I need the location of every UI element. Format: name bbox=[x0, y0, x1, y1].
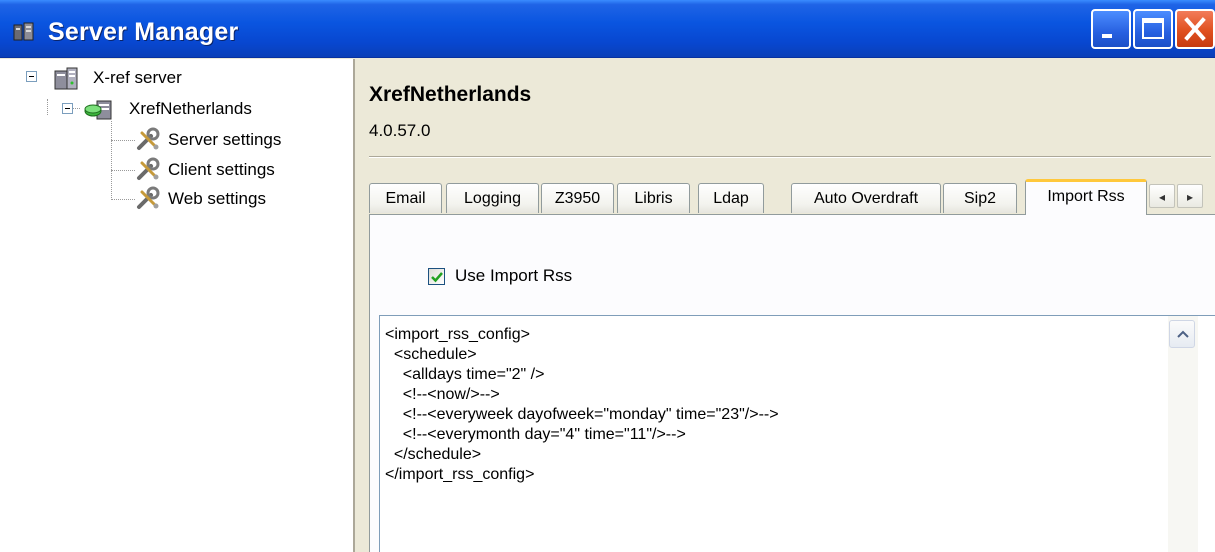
settings-tools-icon bbox=[137, 127, 160, 150]
tree-item-label-web-settings: Web settings bbox=[168, 189, 266, 208]
tab-auto-overdraft[interactable]: Auto Overdraft bbox=[791, 183, 941, 213]
database-icon bbox=[84, 100, 112, 120]
tree-item-label-server-settings: Server settings bbox=[168, 130, 282, 149]
tab-scroll-buttons: ◂ ▸ bbox=[1149, 184, 1203, 208]
window-title: Server Manager bbox=[48, 18, 239, 46]
import-rss-panel: Use Import Rss <import_rss_config> <sche… bbox=[369, 214, 1215, 552]
tree-collapse-toggle-root[interactable] bbox=[26, 71, 37, 82]
scroll-up-button[interactable] bbox=[1169, 320, 1195, 348]
server-tree[interactable]: X-ref server XrefNetherlands Server sett… bbox=[0, 59, 355, 552]
import-rss-config-editor[interactable]: <import_rss_config> <schedule> <alldays … bbox=[379, 315, 1215, 552]
minimize-icon bbox=[1102, 34, 1112, 38]
chevron-up-icon bbox=[1177, 330, 1189, 338]
tab-email[interactable]: Email bbox=[369, 183, 442, 213]
tab-libris[interactable]: Libris bbox=[617, 183, 690, 213]
tree-item-label-client-settings: Client settings bbox=[168, 160, 275, 179]
config-line: </schedule> bbox=[385, 446, 482, 463]
tab-import-rss[interactable]: Import Rss bbox=[1025, 179, 1147, 215]
settings-pane: XrefNetherlands 4.0.57.0 Email Logging Z… bbox=[357, 59, 1215, 552]
use-import-rss-label: Use Import Rss bbox=[455, 266, 573, 285]
config-line: <alldays time="2" /> bbox=[385, 366, 545, 383]
use-import-rss-option[interactable]: Use Import Rss bbox=[428, 266, 572, 286]
config-line: <!--<everymonth day="4" time="11"/>--> bbox=[385, 426, 686, 443]
tree-item-server-settings[interactable]: Server settings bbox=[134, 127, 281, 153]
config-line: <!--<now/>--> bbox=[385, 386, 500, 403]
tree-item-label-server: XrefNetherlands bbox=[129, 99, 252, 118]
tree-item-server[interactable]: XrefNetherlands bbox=[83, 96, 252, 122]
config-line: </import_rss_config> bbox=[385, 466, 535, 483]
tree-collapse-toggle-server[interactable] bbox=[62, 103, 73, 114]
tree-item-web-settings[interactable]: Web settings bbox=[134, 186, 266, 212]
close-button[interactable] bbox=[1175, 9, 1215, 49]
tree-item-root[interactable]: X-ref server bbox=[51, 65, 182, 91]
config-line: <schedule> bbox=[385, 346, 477, 363]
tab-logging[interactable]: Logging bbox=[446, 183, 539, 213]
title-bar[interactable]: Server Manager bbox=[0, 0, 1215, 58]
tree-item-client-settings[interactable]: Client settings bbox=[134, 157, 275, 183]
server-icon bbox=[54, 67, 78, 90]
tab-z3950[interactable]: Z3950 bbox=[541, 183, 614, 213]
settings-tabs: Email Logging Z3950 Libris Ldap Auto Ove… bbox=[369, 179, 1215, 215]
config-line: <import_rss_config> bbox=[385, 326, 530, 343]
tab-scroll-right-button[interactable]: ▸ bbox=[1177, 184, 1203, 208]
server-manager-app-icon bbox=[13, 22, 34, 41]
maximize-icon bbox=[1142, 18, 1164, 39]
server-version: 4.0.57.0 bbox=[369, 121, 431, 140]
tab-ldap[interactable]: Ldap bbox=[698, 183, 764, 213]
checkmark-icon bbox=[431, 271, 443, 282]
server-name-heading: XrefNetherlands bbox=[369, 83, 532, 106]
close-icon bbox=[1184, 17, 1206, 41]
maximize-button[interactable] bbox=[1133, 9, 1173, 49]
tab-scroll-left-button[interactable]: ◂ bbox=[1149, 184, 1175, 208]
config-line: <!--<everyweek dayofweek="monday" time="… bbox=[385, 406, 779, 423]
tab-sip2[interactable]: Sip2 bbox=[943, 183, 1017, 213]
settings-tools-icon bbox=[137, 157, 160, 180]
settings-tools-icon bbox=[137, 186, 160, 209]
tree-item-label-root: X-ref server bbox=[93, 68, 182, 87]
header-divider bbox=[369, 156, 1211, 158]
editor-vertical-scrollbar[interactable] bbox=[1168, 316, 1198, 552]
use-import-rss-checkbox[interactable] bbox=[428, 267, 445, 285]
minimize-button[interactable] bbox=[1091, 9, 1131, 49]
